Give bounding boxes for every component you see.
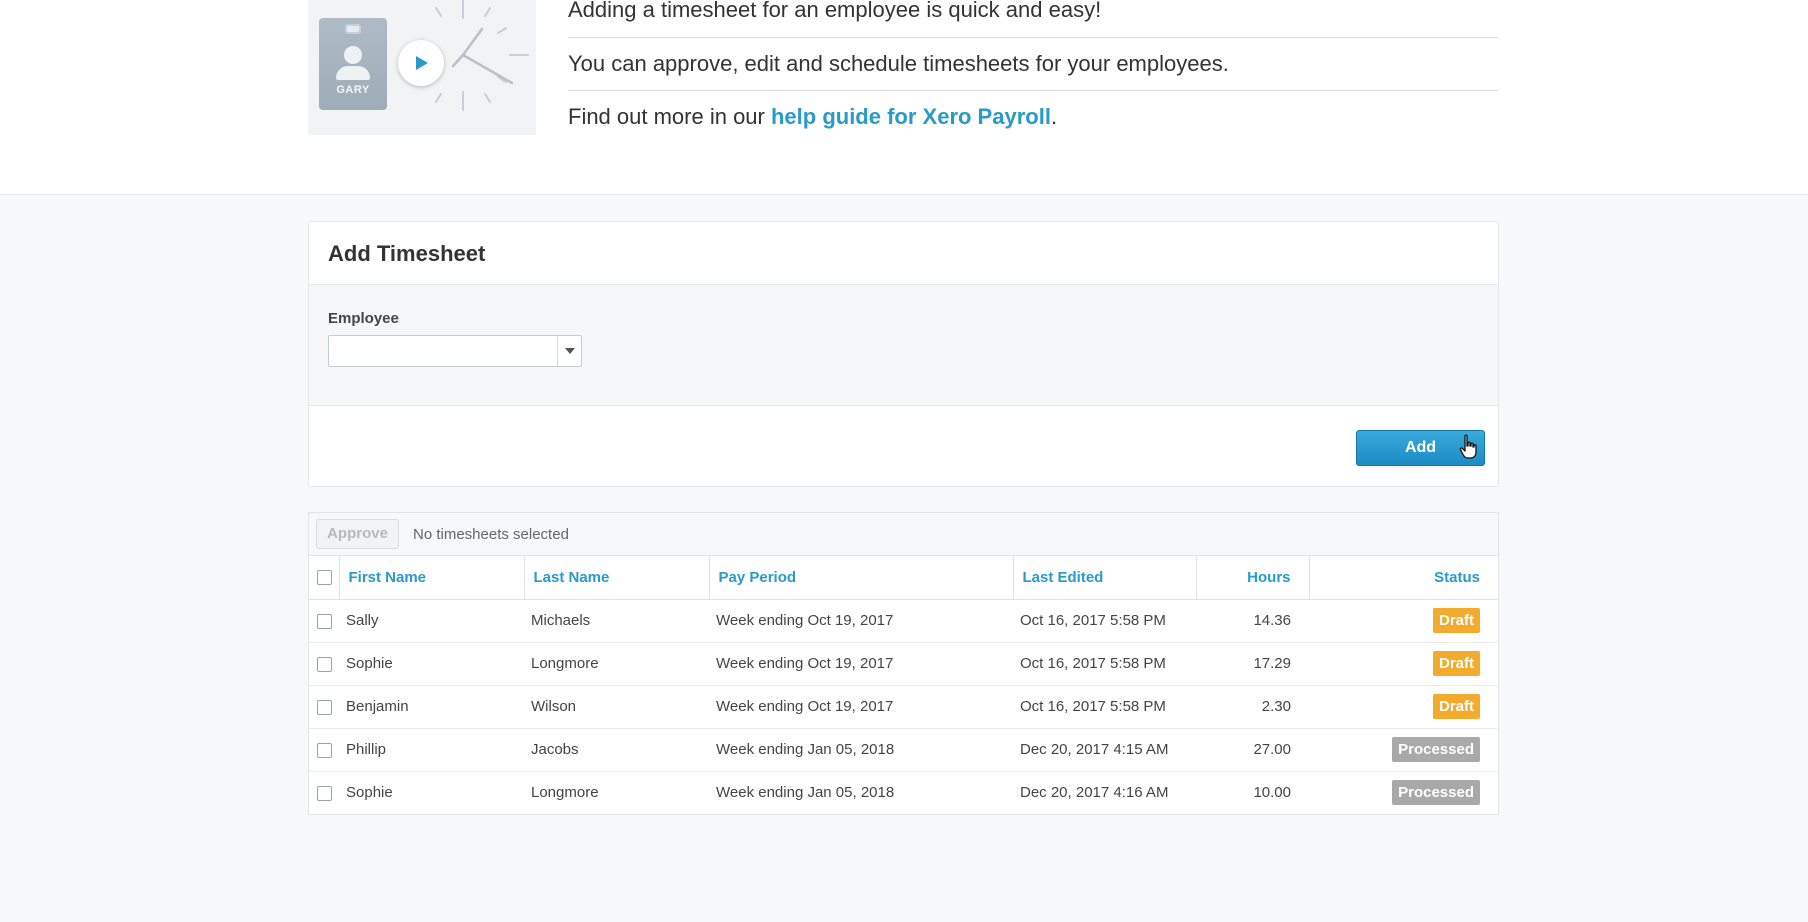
cell-hours: 10.00: [1253, 784, 1291, 802]
help-prefix: Find out more in our: [568, 104, 771, 129]
intro-line-help: Find out more in our help guide for Xero…: [568, 105, 1498, 158]
cell-last-edited: Oct 16, 2017 5:58 PM: [1013, 599, 1196, 643]
cell-pay-period: Week ending Oct 19, 2017: [709, 599, 1013, 643]
cell-last-name: Wilson: [524, 685, 709, 729]
add-timesheet-form: Employee: [309, 284, 1498, 406]
selection-status: No timesheets selected: [413, 526, 569, 543]
play-video-button[interactable]: [398, 40, 444, 86]
table-header-row: First Name Last Name Pay Period Last Edi…: [309, 556, 1498, 600]
cell-last-name: Michaels: [524, 599, 709, 643]
timesheet-illustration: GARY: [308, 0, 536, 135]
column-first-name[interactable]: First Name: [339, 556, 525, 600]
cell-status: Processed: [1309, 728, 1498, 772]
row-select-cell: [309, 771, 339, 814]
add-timesheet-panel: Add Timesheet Employee Add: [308, 221, 1499, 487]
table-row[interactable]: Phillip Jacobs Week ending Jan 05, 2018 …: [309, 728, 1498, 772]
timesheets-table-panel: Approve No timesheets selected First Nam…: [308, 512, 1499, 815]
status-badge: Draft: [1432, 651, 1480, 676]
timesheets-table: First Name Last Name Pay Period Last Edi…: [309, 556, 1498, 814]
play-icon: [416, 56, 428, 70]
column-status[interactable]: Status: [1309, 556, 1498, 600]
row-select-cell: [309, 685, 339, 729]
timesheets-toolbar: Approve No timesheets selected: [309, 513, 1498, 556]
badge-avatar-body: [336, 66, 370, 80]
caret-down-icon: [565, 348, 575, 354]
row-checkbox[interactable]: [317, 656, 332, 672]
cell-status: Draft: [1309, 642, 1498, 686]
help-guide-link[interactable]: help guide for Xero Payroll: [771, 104, 1051, 129]
employee-label: Employee: [328, 310, 399, 327]
employee-badge-icon: GARY: [319, 18, 387, 110]
column-pay-period[interactable]: Pay Period: [709, 556, 1014, 600]
employee-dropdown-toggle[interactable]: [557, 336, 581, 366]
intro-banner: GARY Adding a timesheet for an employee …: [0, 0, 1808, 195]
table-row[interactable]: Sophie Longmore Week ending Oct 19, 2017…: [309, 642, 1498, 686]
cell-last-name: Jacobs: [524, 728, 709, 772]
cell-last-edited: Oct 16, 2017 5:58 PM: [1013, 642, 1196, 686]
cell-last-name: Longmore: [531, 784, 599, 802]
cell-hours: 17.29: [1196, 642, 1309, 686]
column-last-name[interactable]: Last Name: [524, 556, 710, 600]
employee-select[interactable]: [328, 335, 582, 367]
cell-last-name: Longmore: [524, 642, 709, 686]
cell-hours: 14.36: [1196, 599, 1309, 643]
row-checkbox[interactable]: [317, 613, 332, 629]
add-timesheet-title: Add Timesheet: [328, 241, 486, 266]
timesheets-body: Sally Michaels Week ending Oct 19, 2017 …: [309, 599, 1498, 814]
cell-last-edited: Dec 20, 2017 4:15 AM: [1013, 728, 1196, 772]
badge-avatar-head: [344, 46, 362, 64]
intro-line-quick: Adding a timesheet for an employee is qu…: [568, 0, 1498, 38]
cell-pay-period: Week ending Jan 05, 2018: [716, 784, 895, 802]
badge-name: GARY: [336, 84, 370, 96]
help-suffix: .: [1050, 104, 1058, 129]
cell-first-name: Benjamin: [339, 685, 524, 729]
status-badge: Draft: [1432, 694, 1480, 719]
intro-line-approve: You can approve, edit and schedule times…: [568, 52, 1498, 91]
row-checkbox[interactable]: [317, 699, 332, 715]
status-badge: Draft: [1432, 608, 1480, 633]
cell-first-name: Sally: [339, 599, 524, 643]
column-hours[interactable]: Hours: [1196, 556, 1310, 600]
cell-first-name: Phillip: [339, 728, 524, 772]
cell-last-edited: Dec 20, 2017 4:16 AM: [1020, 784, 1169, 802]
hand-cursor-icon: [1459, 434, 1477, 459]
cell-first-name: Sophie: [339, 642, 524, 686]
table-row[interactable]: Sally Michaels Week ending Oct 19, 2017 …: [309, 599, 1498, 643]
cell-status: Draft: [1309, 685, 1498, 729]
table-row[interactable]: Sophie Longmore Week ending Jan 05, 2018…: [309, 771, 1498, 814]
cell-status: Processed: [1309, 771, 1498, 814]
select-all-checkbox[interactable]: [317, 570, 332, 586]
select-all-cell: [309, 556, 340, 600]
approve-button[interactable]: Approve: [316, 519, 399, 549]
status-badge: Processed: [1392, 737, 1480, 762]
row-select-cell: [309, 728, 339, 772]
cell-hours: 2.30: [1196, 685, 1309, 729]
cell-status: Draft: [1309, 599, 1498, 643]
status-badge: Processed: [1392, 780, 1480, 806]
cell-pay-period: Week ending Oct 19, 2017: [709, 642, 1013, 686]
cell-pay-period: Week ending Oct 19, 2017: [709, 685, 1013, 729]
cell-pay-period: Week ending Jan 05, 2018: [709, 728, 1013, 772]
row-checkbox[interactable]: [317, 742, 332, 758]
cell-first-name: Sophie: [346, 784, 393, 802]
row-checkbox[interactable]: [317, 785, 332, 801]
cell-hours: 27.00: [1196, 728, 1309, 772]
column-last-edited[interactable]: Last Edited: [1013, 556, 1197, 600]
badge-clip: [345, 24, 361, 34]
table-row[interactable]: Benjamin Wilson Week ending Oct 19, 2017…: [309, 685, 1498, 729]
cell-last-edited: Oct 16, 2017 5:58 PM: [1013, 685, 1196, 729]
row-select-cell: [309, 599, 339, 643]
row-select-cell: [309, 642, 339, 686]
